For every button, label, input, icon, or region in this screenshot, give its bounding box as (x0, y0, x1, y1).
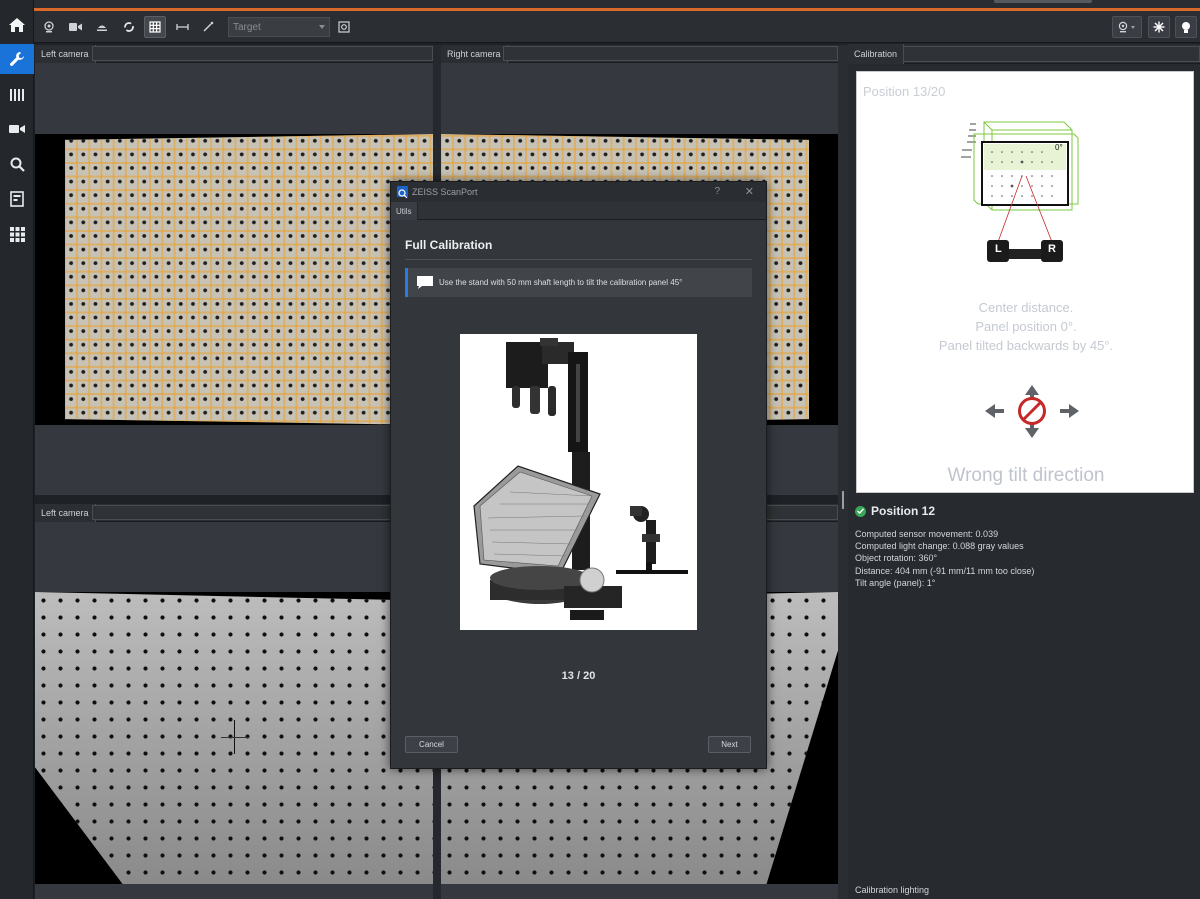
calibration-stand-illustration (473, 338, 688, 620)
splitter-handle-icon[interactable] (842, 491, 844, 509)
brightness-icon[interactable] (1148, 16, 1170, 38)
tilt-angle-label: 0° (1055, 143, 1063, 152)
left-camera-panel-top: Left camera (35, 45, 433, 495)
zeiss-logo-icon (397, 186, 408, 199)
snapshot-icon[interactable] (333, 16, 355, 38)
turntable-icon[interactable] (91, 16, 113, 38)
chevron-down-icon (319, 25, 325, 29)
instruction-line: Center distance. (978, 300, 1074, 315)
wrench-icon[interactable] (0, 44, 34, 74)
panel-title: Left camera (35, 45, 96, 63)
info-line: Object rotation: 360° (855, 553, 938, 564)
calibration-stand-image (460, 334, 697, 630)
panel-header: Right camera (441, 45, 838, 63)
status-row: Position 12 (855, 502, 935, 520)
video-camera-icon[interactable] (64, 16, 86, 38)
message-text: Use the stand with 50 mm shaft length to… (439, 278, 683, 287)
message-icon (416, 275, 434, 295)
right-camera-label: R (1048, 243, 1056, 255)
instruction-line: Panel tilted backwards by 45°. (938, 338, 1114, 353)
panel-splitter[interactable] (838, 45, 848, 899)
barcode-icon[interactable] (0, 80, 34, 110)
crosshair-horizontal (221, 737, 249, 738)
grid-icon[interactable] (144, 16, 166, 38)
divider (405, 259, 752, 260)
calibration-panel: Calibration Position 13/20 0° L R Center… (848, 44, 1200, 899)
app-window: Target Left camera Right camera Left cam… (0, 0, 1200, 899)
left-camera-image[interactable] (35, 134, 433, 425)
tab-utils[interactable]: Utils (391, 202, 418, 220)
warning-message: Wrong tilt direction (947, 465, 1105, 486)
info-line: Distance: 404 mm (-91 mm/11 mm too close… (855, 565, 1035, 576)
left-camera-label: L (995, 243, 1002, 255)
calibration-lighting-label: Calibration lighting (855, 885, 930, 895)
full-calibration-dialog: ZEISS ScanPort ? ✕ Utils Full Calibratio… (390, 181, 767, 769)
panel-title: Left camera (35, 504, 96, 522)
dialog-heading: Full Calibration (405, 238, 493, 252)
side-nav (0, 0, 34, 899)
panel-header-field (903, 46, 1200, 62)
panel-header-field (92, 46, 433, 61)
panel-title: Right camera (441, 45, 508, 63)
panel-header: Left camera (35, 45, 433, 63)
search-icon[interactable] (0, 149, 34, 179)
target-select-value: Target (233, 22, 261, 33)
camera-settings-icon[interactable] (1112, 16, 1142, 38)
measure-icon[interactable] (171, 16, 193, 38)
video-camera-icon[interactable] (0, 114, 34, 144)
help-icon[interactable]: ? (714, 186, 720, 197)
toolbar: Target (34, 11, 1200, 43)
calibration-dot-grid (65, 134, 433, 425)
next-button[interactable]: Next (708, 736, 751, 753)
info-message: Use the stand with 50 mm shaft length to… (405, 268, 752, 297)
check-circle-icon (855, 505, 866, 517)
info-line: Tilt angle (panel): 1° (855, 577, 936, 588)
dialog-titlebar[interactable]: ZEISS ScanPort ? ✕ (391, 182, 766, 202)
document-icon[interactable] (0, 184, 34, 214)
close-icon[interactable]: ✕ (745, 185, 754, 198)
bulb-icon[interactable] (1175, 16, 1197, 38)
dialog-tabbar: Utils (391, 202, 766, 220)
calibration-setup-diagram (961, 121, 1079, 438)
dialog-title: ZEISS ScanPort (412, 187, 478, 197)
wand-icon[interactable] (197, 16, 219, 38)
panel-header-field (503, 46, 838, 61)
home-icon[interactable] (0, 10, 34, 40)
instruction-line: Panel position 0°. (975, 319, 1077, 334)
calibration-view: Position 13/20 0° L R Center distance. P… (856, 71, 1194, 493)
status-title: Position 12 (871, 504, 936, 518)
panel-header: Calibration (848, 44, 1200, 64)
webcam-icon[interactable] (38, 16, 60, 38)
top-strip (34, 0, 1200, 8)
left-camera-gray-image[interactable] (35, 592, 433, 884)
info-line: Computed light change: 0.088 gray values (855, 541, 1024, 552)
info-line: Computed sensor movement: 0.039 (855, 529, 999, 539)
target-select[interactable]: Target (228, 17, 330, 37)
apps-grid-icon[interactable] (0, 219, 34, 249)
step-counter: 13 / 20 (561, 670, 596, 682)
cancel-button[interactable]: Cancel (405, 736, 458, 753)
panel-title: Calibration (848, 44, 905, 64)
calibration-info-list: Computed sensor movement: 0.039 Computed… (855, 528, 1034, 589)
window-tab-hint[interactable] (994, 0, 1092, 3)
refresh-icon[interactable] (118, 16, 140, 38)
